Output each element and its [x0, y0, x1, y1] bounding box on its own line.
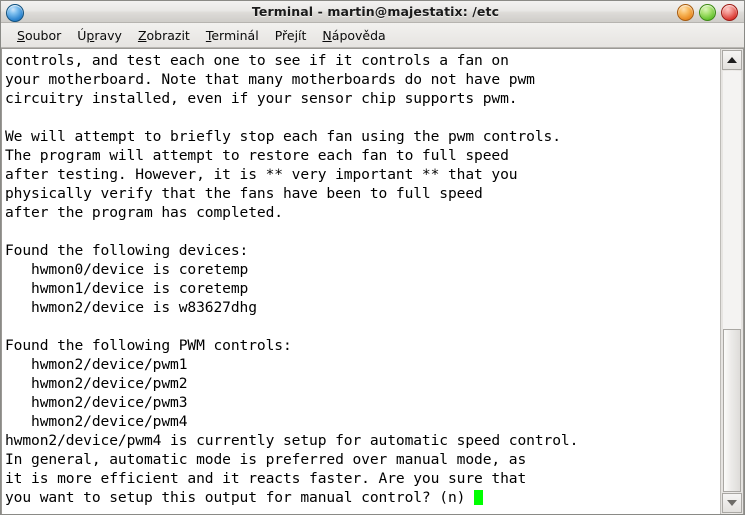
terminal-screen[interactable]: controls, and test each one to see if it… — [1, 48, 720, 514]
menu-bar: Soubor Úpravy Zobrazit Terminál Přejít N… — [1, 23, 744, 48]
vertical-scrollbar[interactable] — [720, 48, 744, 514]
text-cursor — [474, 490, 484, 505]
scrollbar-track[interactable] — [723, 71, 741, 329]
close-button[interactable] — [721, 4, 738, 21]
menu-item-soubor[interactable]: Soubor — [9, 26, 69, 45]
title-bar[interactable]: Terminal - martin@majestatix: /etc — [1, 1, 744, 23]
window-controls — [677, 4, 738, 21]
menu-item-prejit[interactable]: Přejít — [267, 26, 315, 45]
maximize-button[interactable] — [699, 4, 716, 21]
scroll-up-icon — [727, 57, 737, 63]
terminal-window: Terminal - martin@majestatix: /etc Soubo… — [0, 0, 745, 515]
scroll-down-icon — [727, 500, 737, 506]
menu-item-terminal[interactable]: Terminál — [198, 26, 267, 45]
minimize-button[interactable] — [677, 4, 694, 21]
menu-item-zobrazit[interactable]: Zobrazit — [130, 26, 198, 45]
window-title: Terminal - martin@majestatix: /etc — [251, 4, 500, 19]
menu-item-upravy[interactable]: Úpravy — [69, 26, 130, 45]
app-menu-icon[interactable] — [6, 4, 24, 22]
terminal-output-text: controls, and test each one to see if it… — [5, 52, 579, 506]
scrollbar-thumb[interactable] — [723, 329, 741, 492]
menu-item-napoveda[interactable]: Nápověda — [314, 26, 393, 45]
scroll-up-button[interactable] — [722, 50, 742, 70]
terminal-output: controls, and test each one to see if it… — [5, 51, 720, 507]
scroll-down-button[interactable] — [722, 493, 742, 513]
terminal-area: controls, and test each one to see if it… — [1, 48, 744, 514]
